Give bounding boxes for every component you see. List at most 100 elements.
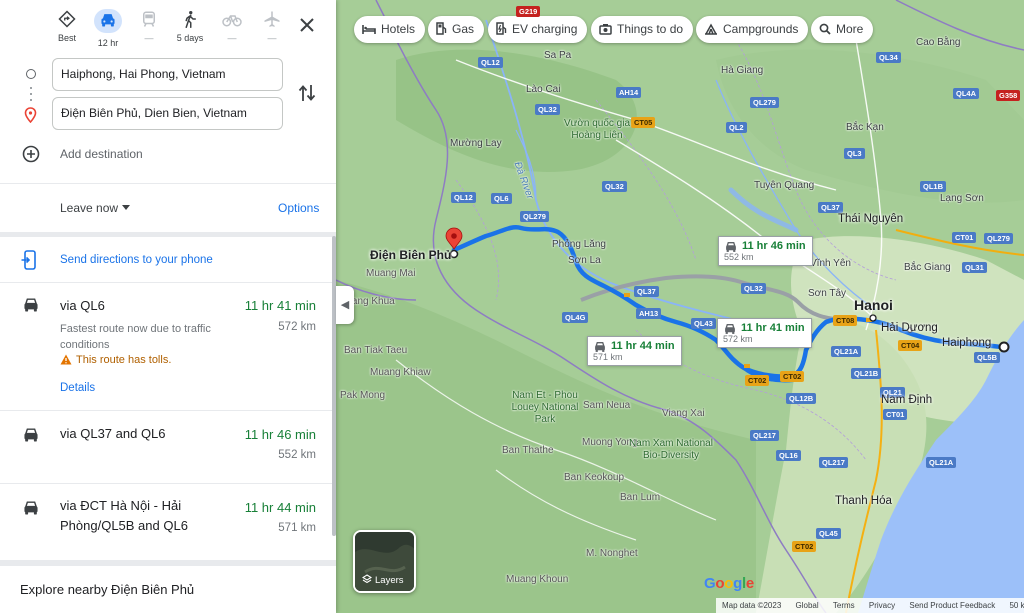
- road-shield: CT02: [745, 375, 770, 386]
- explore-nearby-heading[interactable]: Explore nearby Điện Biên Phủ: [20, 582, 194, 597]
- leave-now-dropdown[interactable]: Leave now: [60, 201, 118, 215]
- mode-cycling[interactable]: —: [212, 10, 252, 43]
- place-label: Ban Keokoup: [564, 472, 625, 483]
- terms-link[interactable]: Terms: [833, 601, 855, 610]
- route-dot: [30, 93, 32, 95]
- global-link[interactable]: Global: [796, 601, 819, 610]
- place-label: Ban Lum: [620, 492, 661, 503]
- mode-transit[interactable]: —: [129, 10, 169, 43]
- walk-icon: [170, 10, 210, 28]
- road-shield: QL32: [741, 283, 766, 294]
- search-icon: [819, 23, 831, 35]
- toll-warning: This route has tolls.: [60, 354, 171, 366]
- car-icon: [24, 501, 38, 515]
- divider: [0, 232, 336, 237]
- car-icon: [725, 323, 735, 334]
- chip-campgrounds[interactable]: Campgrounds: [696, 16, 809, 43]
- divider: [0, 560, 336, 566]
- park-label: Nam Et - Phou Louey National Park: [511, 390, 579, 425]
- place-label: Pak Mong: [340, 390, 386, 401]
- car-icon: [24, 428, 38, 442]
- route-option-1[interactable]: via QL6 11 hr 41 min 572 km Fastest rout…: [0, 283, 336, 410]
- place-label: Sa Pa: [544, 50, 572, 61]
- place-label: Hải Dương: [881, 322, 938, 334]
- layers-icon: [361, 574, 373, 584]
- diamond-turn-icon: [47, 10, 87, 28]
- road-shield: QL21B: [851, 368, 882, 379]
- chip-label: Things to do: [617, 22, 684, 36]
- place-label: Lào Cai: [526, 84, 561, 95]
- place-label: Hanoi: [854, 297, 893, 313]
- road-shield: CT02: [792, 541, 817, 552]
- route-bubble-selected[interactable]: 11 hr 41 min 572 km: [717, 318, 812, 348]
- chip-gas[interactable]: Gas: [428, 16, 485, 43]
- chip-things-to-do[interactable]: Things to do: [591, 16, 694, 43]
- route-time: 11 hr 41 min: [244, 298, 316, 313]
- place-label: Thanh Hóa: [835, 495, 892, 507]
- road-shield: QL31: [962, 262, 987, 273]
- scale-label[interactable]: 50 k: [1009, 601, 1024, 610]
- place-label: Vĩnh Yên: [810, 258, 851, 269]
- mode-flights[interactable]: —: [252, 10, 292, 43]
- options-button[interactable]: Options: [278, 201, 319, 215]
- mode-label: —: [144, 33, 154, 43]
- place-label: Sơn Tây: [808, 288, 847, 299]
- route-details-link[interactable]: Details: [60, 382, 95, 394]
- road-shield: AH13: [636, 308, 662, 319]
- feedback-link[interactable]: Send Product Feedback: [909, 601, 995, 610]
- swap-icon[interactable]: [298, 83, 316, 103]
- travel-mode-bar: Best 12 hr — 5 days — —: [0, 0, 336, 56]
- send-to-phone-icon: [21, 250, 36, 270]
- chip-hotels[interactable]: Hotels: [354, 16, 426, 43]
- route-option-3[interactable]: via ĐCT Hà Nội - Hải Phòng/QL5B and QL6 …: [0, 484, 336, 560]
- chip-ev-charging[interactable]: EV charging: [488, 16, 588, 43]
- place-label: Muang Khiaw: [370, 367, 431, 378]
- place-label: Ban Thathe: [502, 445, 554, 456]
- send-directions-link[interactable]: Send directions to your phone: [60, 254, 213, 266]
- chip-label: EV charging: [512, 22, 578, 36]
- car-icon: [726, 241, 736, 252]
- place-label: Muang Khoun: [506, 574, 569, 585]
- route-option-2[interactable]: via QL37 and QL6 11 hr 46 min 552 km: [0, 411, 336, 483]
- route-bubble-alt-2[interactable]: 11 hr 44 min 571 km: [587, 336, 682, 366]
- chip-label: Gas: [452, 22, 475, 36]
- collapse-panel-button[interactable]: ◀: [336, 286, 354, 324]
- road-shield: QL16: [776, 450, 801, 461]
- road-shield: QL32: [535, 104, 560, 115]
- add-destination-icon[interactable]: [22, 145, 40, 163]
- mode-label: —: [267, 33, 277, 43]
- map-terrain: [336, 0, 1024, 613]
- mode-best[interactable]: Best: [47, 10, 87, 43]
- mode-walking[interactable]: 5 days: [170, 10, 210, 43]
- place-label: Hà Giang: [721, 65, 764, 76]
- route-note: Fastest route now due to traffic conditi…: [60, 323, 211, 351]
- destination-input[interactable]: Điện Biên Phủ, Dien Bien, Vietnam: [52, 97, 283, 130]
- chip-more[interactable]: More: [811, 16, 874, 43]
- close-directions-button[interactable]: [296, 14, 318, 36]
- road-shield: QL279: [520, 211, 549, 222]
- car-icon: [24, 298, 38, 312]
- origin-input[interactable]: Haiphong, Hai Phong, Vietnam: [52, 58, 283, 91]
- ev-charging-icon: [496, 22, 507, 35]
- map-canvas[interactable]: Hotels Gas EV charging Things to do Camp…: [336, 0, 1024, 613]
- road-shield: QL12: [478, 57, 503, 68]
- place-label: Muang Mai: [366, 268, 416, 279]
- layers-button[interactable]: Layers: [353, 530, 416, 593]
- place-label: Mường Lay: [450, 138, 502, 149]
- map-footer: Map data ©2023 Global Terms Privacy Send…: [716, 598, 1024, 613]
- privacy-link[interactable]: Privacy: [869, 601, 895, 610]
- chevron-down-icon: [122, 205, 130, 210]
- bubble-time: 11 hr 44 min: [611, 340, 675, 352]
- road-shield: QL6: [491, 193, 512, 204]
- road-shield: QL45: [816, 528, 841, 539]
- train-icon: [129, 10, 169, 28]
- road-shield: G219: [516, 6, 541, 17]
- mode-label: Best: [57, 33, 76, 43]
- road-shield: QL32: [602, 181, 627, 192]
- chip-label: Campgrounds: [723, 22, 799, 36]
- camera-icon: [599, 24, 612, 35]
- mode-driving[interactable]: 12 hr: [88, 9, 128, 48]
- route-bubble-alt-1[interactable]: 11 hr 46 min 552 km: [718, 236, 813, 266]
- panel-scrollbar[interactable]: [332, 236, 336, 536]
- add-destination-link[interactable]: Add destination: [60, 147, 143, 161]
